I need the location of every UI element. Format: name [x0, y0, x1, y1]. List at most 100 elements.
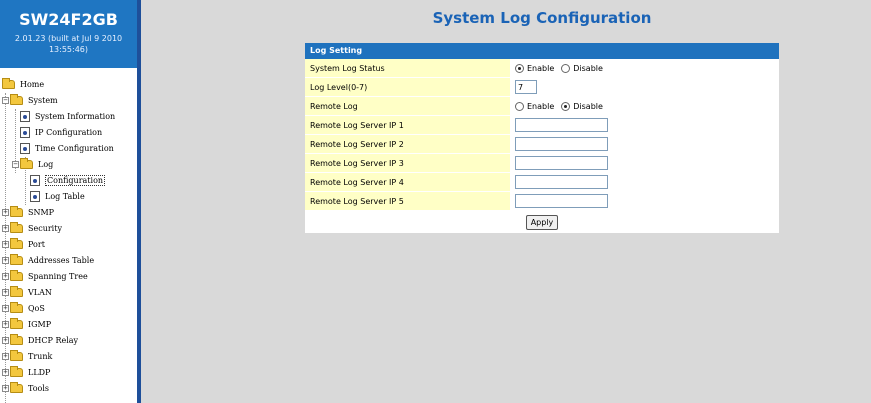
nav-item-label: Security	[28, 223, 62, 233]
remote-server-ip-3-input[interactable]	[515, 156, 608, 170]
nav-item-label: DHCP Relay	[28, 335, 79, 345]
expand-icon[interactable]: +	[2, 368, 9, 376]
nav-item-addresses-table[interactable]: + Addresses Table	[2, 252, 94, 268]
field-value	[510, 192, 779, 210]
field-value: Enable Disable	[510, 97, 779, 115]
nav-item-lldp[interactable]: + LLDP	[2, 364, 50, 380]
field-value	[510, 154, 779, 172]
row-remote-server-1: Remote Log Server IP 1	[305, 116, 779, 135]
nav-item-igmp[interactable]: + IGMP	[2, 316, 51, 332]
section-header: Log Setting	[305, 43, 779, 59]
expand-icon[interactable]: +	[2, 256, 9, 264]
expand-icon[interactable]: +	[2, 288, 9, 296]
nav-item-label: Addresses Table	[28, 255, 95, 265]
field-label: Remote Log	[305, 97, 510, 115]
device-name: SW24F2GB	[19, 10, 118, 29]
nav-item-tools[interactable]: + Tools	[2, 380, 49, 396]
nav-item-label: SNMP	[28, 207, 55, 217]
nav-item-spanning-tree[interactable]: + Spanning Tree	[2, 268, 88, 284]
remote-enable-radio[interactable]	[515, 101, 524, 111]
expand-icon[interactable]: +	[2, 272, 9, 280]
page-icon	[20, 126, 30, 138]
nav-item-log-table[interactable]: Log Table	[30, 188, 85, 204]
remote-server-ip-2-input[interactable]	[515, 137, 608, 151]
nav-item-trunk[interactable]: + Trunk	[2, 348, 52, 364]
nav-item-label: IGMP	[28, 319, 52, 329]
expand-icon[interactable]: +	[2, 320, 9, 328]
nav-item-ip-configuration[interactable]: IP Configuration	[20, 124, 102, 140]
nav-item-label: Configuration	[45, 174, 106, 186]
folder-icon	[20, 157, 33, 169]
nav-item-vlan[interactable]: + VLAN	[2, 284, 52, 300]
radio-label: Disable	[573, 101, 603, 111]
nav-item-system-information[interactable]: System Information	[20, 108, 115, 124]
row-remote-server-2: Remote Log Server IP 2	[305, 135, 779, 154]
row-remote-log: Remote Log Enable Disable	[305, 97, 779, 116]
expand-icon[interactable]: +	[2, 304, 9, 312]
row-remote-server-5: Remote Log Server IP 5	[305, 192, 779, 211]
field-label: Remote Log Server IP 3	[305, 154, 510, 172]
page-icon	[20, 142, 30, 154]
firmware-version-line2: 13:55:46)	[48, 45, 89, 54]
remote-server-ip-4-input[interactable]	[515, 175, 608, 189]
remote-server-ip-5-input[interactable]	[515, 194, 608, 208]
remote-disable-radio[interactable]	[561, 101, 571, 111]
radio-label: Enable	[527, 101, 555, 111]
firmware-version-line1: 2.01.23 (built at Jul 9 2010	[14, 34, 123, 43]
field-value	[510, 135, 779, 153]
nav-item-snmp[interactable]: + SNMP	[2, 204, 54, 220]
nav-item-port[interactable]: + Port	[2, 236, 45, 252]
expand-icon[interactable]: +	[2, 336, 9, 344]
left-nav-frame: SW24F2GB 2.01.23 (built at Jul 9 2010 13…	[0, 0, 137, 403]
log-level-input[interactable]	[515, 80, 537, 94]
status-disable-radio[interactable]	[561, 63, 571, 73]
nav-item-label: Port	[28, 239, 45, 249]
frame-divider[interactable]	[137, 0, 141, 403]
field-value	[510, 78, 779, 96]
nav-item-qos[interactable]: + QoS	[2, 300, 45, 316]
folder-icon	[10, 269, 23, 281]
radio-label: Disable	[573, 63, 603, 73]
collapse-icon[interactable]: −	[2, 96, 9, 104]
expand-icon[interactable]: +	[2, 240, 9, 248]
nav-item-log[interactable]: − Log	[12, 156, 53, 172]
field-value: Enable Disable	[510, 59, 779, 77]
folder-icon	[10, 205, 23, 217]
nav-item-label: Log Table	[45, 191, 85, 201]
row-remote-server-3: Remote Log Server IP 3	[305, 154, 779, 173]
folder-icon	[10, 333, 23, 345]
nav-item-label: Trunk	[28, 351, 53, 361]
nav-item-log-configuration[interactable]: Configuration	[30, 172, 106, 188]
firmware-version: 2.01.23 (built at Jul 9 2010 13:55:46)	[0, 33, 137, 55]
folder-icon	[10, 93, 23, 105]
nav-item-label: Log	[38, 159, 54, 169]
nav-item-dhcp-relay[interactable]: + DHCP Relay	[2, 332, 78, 348]
nav-item-label: Tools	[28, 383, 50, 393]
page-icon	[30, 190, 40, 202]
row-log-level: Log Level(0-7)	[305, 78, 779, 97]
page-title: System Log Configuration	[432, 9, 652, 27]
apply-button[interactable]: Apply	[525, 214, 559, 230]
folder-icon	[10, 365, 23, 377]
folder-icon	[10, 253, 23, 265]
expand-icon[interactable]: +	[2, 352, 9, 360]
field-label: Log Level(0-7)	[305, 78, 510, 96]
field-label: System Log Status	[305, 59, 510, 77]
remote-server-ip-1-input[interactable]	[515, 118, 608, 132]
collapse-icon[interactable]: −	[12, 160, 19, 168]
folder-icon	[10, 237, 23, 249]
nav-item-security[interactable]: + Security	[2, 220, 62, 236]
expand-icon[interactable]: +	[2, 224, 9, 232]
field-label: Remote Log Server IP 4	[305, 173, 510, 191]
expand-icon[interactable]: +	[2, 384, 9, 392]
folder-icon	[2, 77, 15, 89]
folder-icon	[10, 285, 23, 297]
status-enable-radio[interactable]	[515, 63, 524, 73]
button-row: Apply	[305, 211, 779, 233]
nav-item-time-configuration[interactable]: Time Configuration	[20, 140, 114, 156]
nav-item-system[interactable]: − System	[2, 92, 58, 108]
nav-item-home[interactable]: Home	[2, 76, 44, 92]
expand-icon[interactable]: +	[2, 208, 9, 216]
nav-item-label: IP Configuration	[35, 127, 103, 137]
nav-item-label: System Information	[35, 111, 116, 121]
